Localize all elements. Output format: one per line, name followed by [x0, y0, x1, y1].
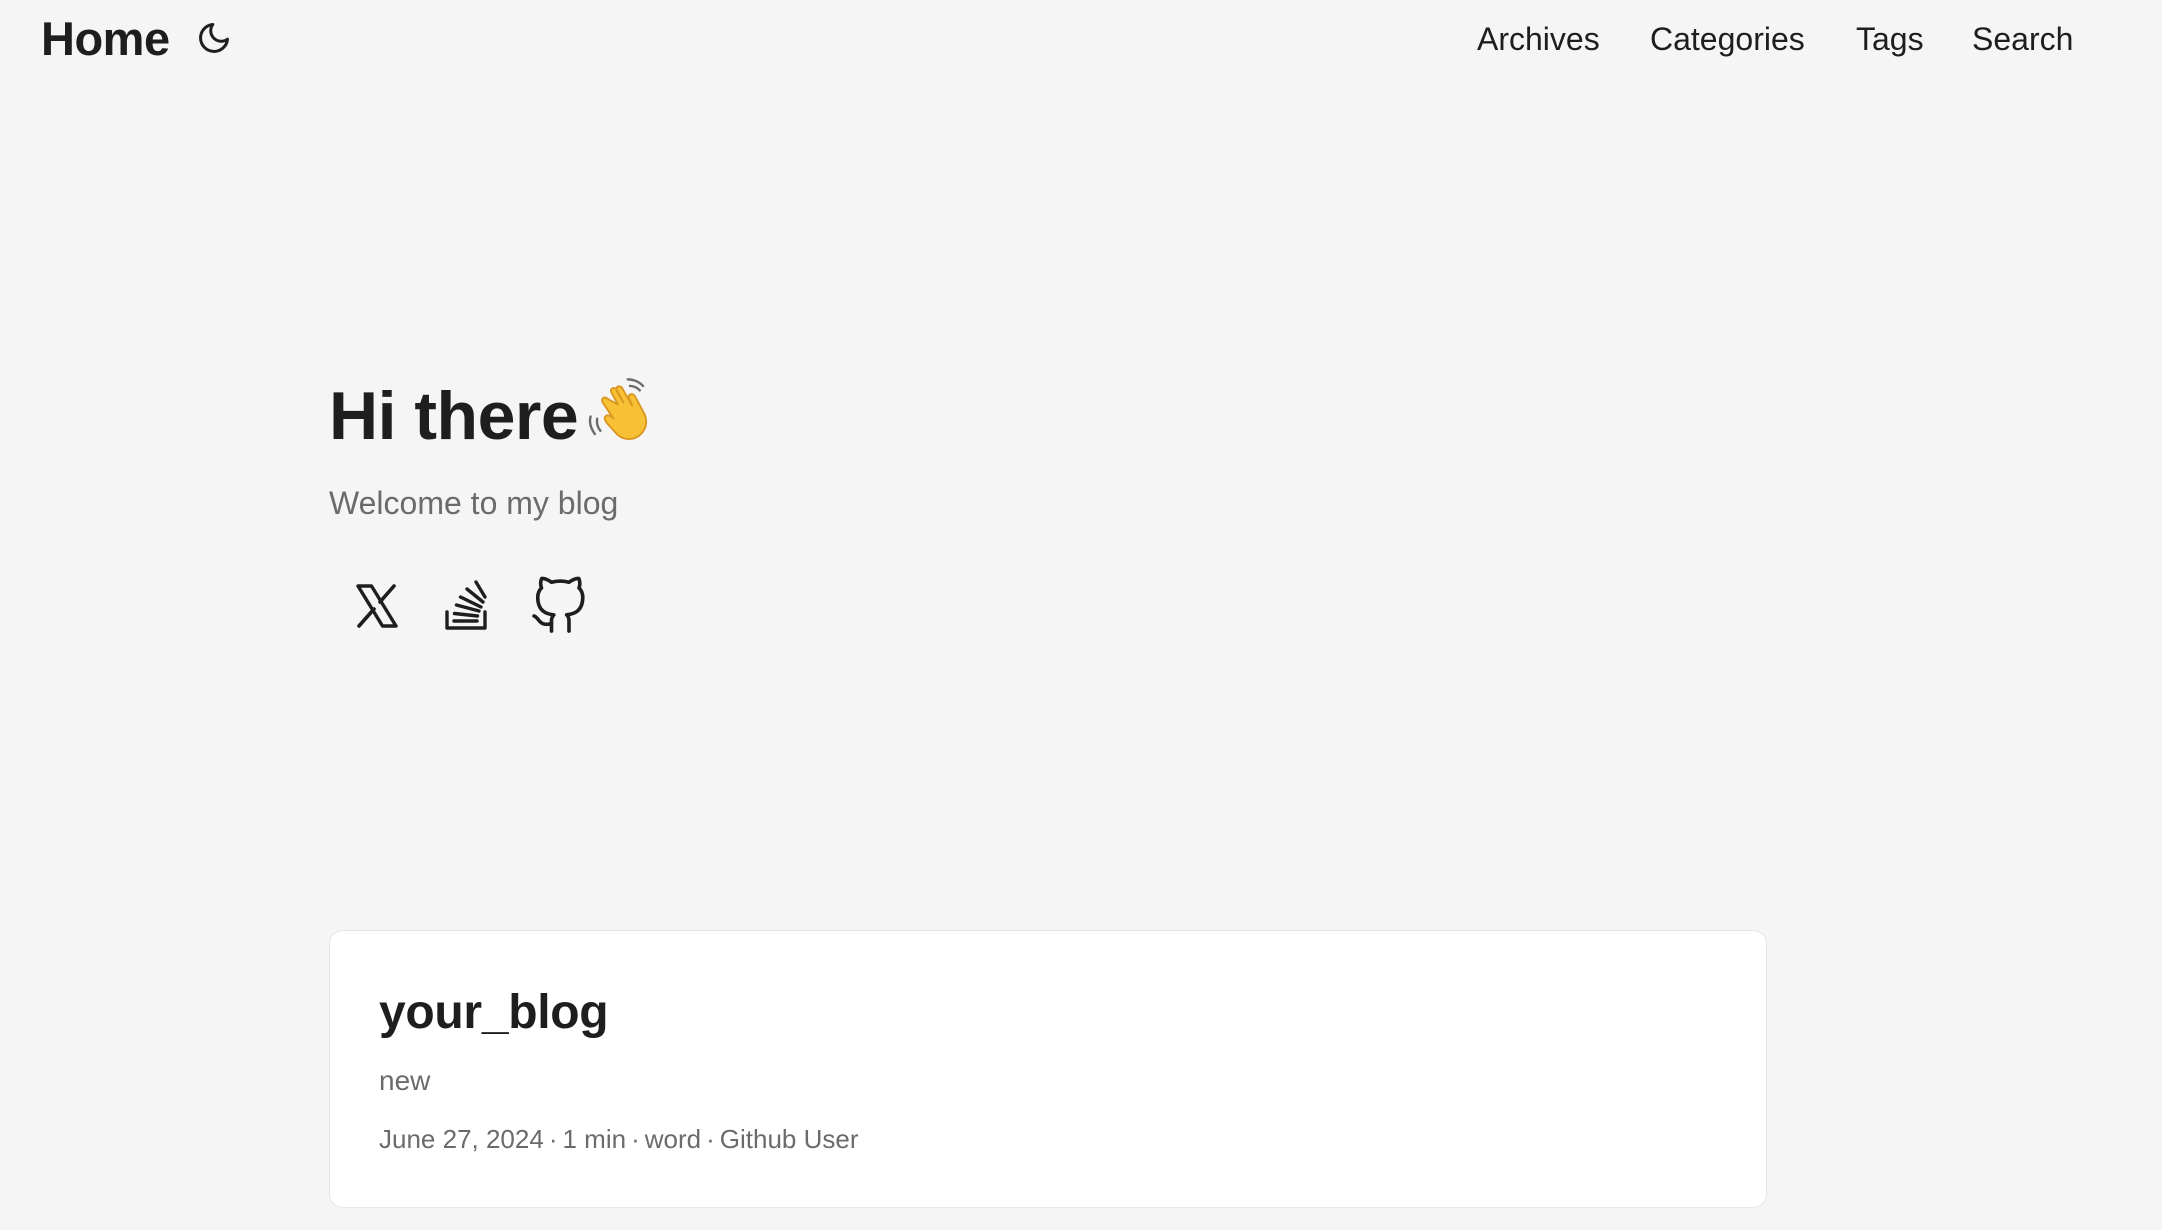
- post-date: June 27, 2024: [379, 1124, 544, 1154]
- post-entry[interactable]: your_blog new June 27, 2024 · 1 min · word · G…: [329, 930, 1767, 1208]
- home-info: Hi there Welcome to my blog: [329, 370, 1769, 633]
- nav-item-tags[interactable]: Tags: [1856, 17, 1924, 61]
- nav-item-categories[interactable]: Categories: [1650, 17, 1805, 61]
- nav-item-archives[interactable]: Archives: [1477, 17, 1600, 61]
- hero-title-wrap: Hi there: [329, 370, 1769, 462]
- nav-item-search[interactable]: Search: [1972, 17, 2073, 61]
- post-summary: new: [379, 1065, 431, 1096]
- social-icons: [329, 576, 629, 636]
- site-header: Home Archives Categories Tags Search: [0, 0, 2162, 80]
- stackoverflow-icon[interactable]: [437, 576, 497, 636]
- meta-separator: ·: [706, 1124, 715, 1154]
- post-word-count: word: [644, 1124, 702, 1154]
- meta-separator: ·: [631, 1124, 640, 1154]
- x-twitter-icon[interactable]: [347, 576, 407, 636]
- post-title[interactable]: your_blog: [379, 983, 609, 1043]
- hero-title: Hi there: [329, 378, 579, 454]
- main-nav: Archives Categories Tags Search: [0, 17, 2162, 61]
- post-meta: June 27, 2024 · 1 min · word · Github User: [379, 1121, 859, 1157]
- meta-separator: ·: [548, 1124, 558, 1154]
- post-reading-time: 1 min: [562, 1124, 627, 1154]
- waving-hand-icon: [584, 375, 654, 445]
- hero-subtitle: Welcome to my blog: [329, 485, 619, 521]
- post-author: Github User: [719, 1124, 859, 1154]
- github-icon[interactable]: [529, 576, 589, 636]
